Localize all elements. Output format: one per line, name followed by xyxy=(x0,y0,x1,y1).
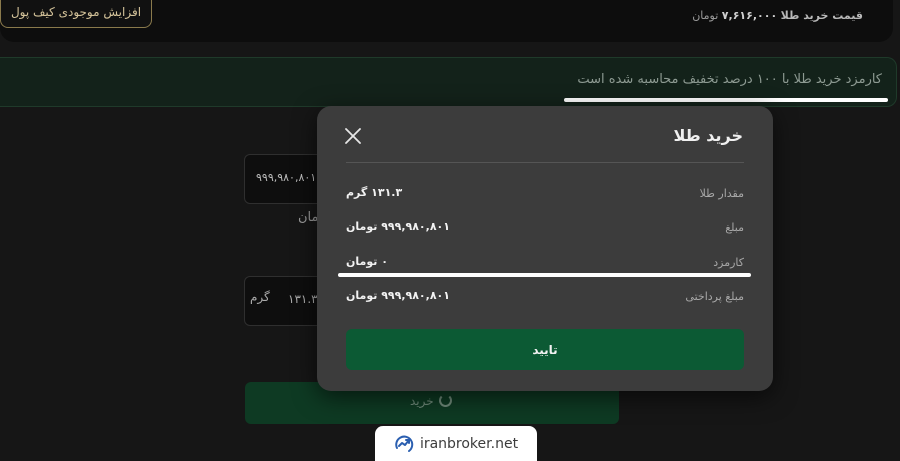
increase-wallet-balance-button[interactable]: افزایش موجودی کیف پول xyxy=(0,0,152,28)
price-value: ۷,۶۱۶,۰۰۰ xyxy=(721,9,778,22)
broker-logo-icon xyxy=(395,435,414,452)
row-label-fee: کارمزد xyxy=(713,256,744,269)
notice-text: کارمزد خرید طلا با ۱۰۰ درصد تخفیف محاسبه… xyxy=(577,72,882,87)
buy-button-label: خرید xyxy=(410,394,434,408)
price-unit: تومان xyxy=(692,9,719,22)
gram-input-value: ۱۳۱.۳ xyxy=(288,292,318,306)
gram-unit-label: گرم xyxy=(250,290,270,304)
row-value-gold-amount: ۱۳۱.۳ گرم xyxy=(346,186,403,199)
top-bar: افزایش موجودی کیف پول قیمت خرید طلا ۷,۶۱… xyxy=(0,0,893,42)
row-value-amount: ۹۹۹,۹۸۰,۸۰۱ تومان xyxy=(346,220,450,233)
amount-input-value: ۹۹۹,۹۸۰,۸۰۱ xyxy=(256,171,317,184)
highlight-underline xyxy=(564,98,888,102)
row-label-gold-amount: مقدار طلا xyxy=(699,187,744,200)
close-icon[interactable] xyxy=(345,128,361,144)
row-value-payable: ۹۹۹,۹۸۰,۸۰۱ تومان xyxy=(346,289,450,302)
price-label: قیمت خرید طلا xyxy=(780,9,863,22)
row-label-amount: مبلغ xyxy=(725,221,744,234)
buy-gold-modal: خرید طلا مقدار طلا ۱۳۱.۳ گرم مبلغ ۹۹۹,۹۸… xyxy=(317,106,773,391)
watermark: iranbroker.net xyxy=(375,426,537,461)
gold-buy-price: قیمت خرید طلا ۷,۶۱۶,۰۰۰ تومان xyxy=(692,9,863,22)
modal-title: خرید طلا xyxy=(673,126,743,145)
loading-spinner-icon xyxy=(439,394,452,407)
highlight-underline-fee xyxy=(338,273,751,277)
modal-divider xyxy=(346,162,744,163)
row-label-payable: مبلغ پرداختی xyxy=(685,290,744,303)
row-value-fee: ۰ تومان xyxy=(346,255,388,268)
confirm-button[interactable]: تایید xyxy=(346,329,744,370)
watermark-text: iranbroker.net xyxy=(419,435,519,452)
